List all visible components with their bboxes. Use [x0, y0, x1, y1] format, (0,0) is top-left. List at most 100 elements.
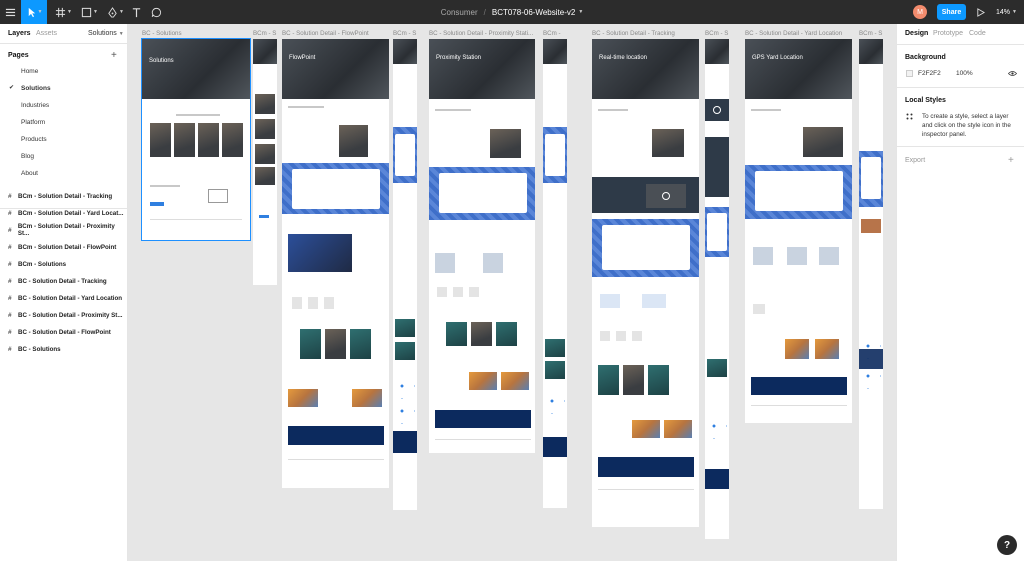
tab-design[interactable]: Design — [905, 30, 928, 37]
hero-image — [543, 39, 567, 64]
zoom-dropdown[interactable]: 14% ▼ — [996, 5, 1017, 19]
badge-image — [208, 189, 228, 203]
tab-prototype[interactable]: Prototype — [933, 30, 963, 37]
page-item-platform[interactable]: Platform — [21, 119, 45, 126]
frame-label[interactable]: BCm - S — [859, 30, 882, 37]
footer-divider — [435, 439, 531, 440]
frame-label[interactable]: BC - Solution Detail - Tracking — [592, 30, 675, 37]
page-item-home[interactable]: Home — [21, 68, 38, 75]
card-image — [325, 329, 346, 359]
frame-bc-proximity-station[interactable]: Proximity Station — [429, 39, 535, 453]
layer-item[interactable]: # BCm - Solutions — [8, 258, 126, 270]
device-image — [435, 253, 455, 273]
chevron-down-icon: ▼ — [37, 9, 43, 15]
file-name[interactable]: BCT078-06-Website-v2 — [492, 8, 575, 17]
shape-tool-button[interactable]: ▼ — [77, 0, 102, 24]
cta-banner — [751, 377, 847, 395]
project-name: Consumer — [440, 7, 478, 17]
layer-item[interactable]: # BCm - Solution Detail - FlowPoint — [8, 241, 126, 253]
move-tool-button[interactable]: ▼ — [21, 0, 47, 24]
page-item-blog[interactable]: Blog — [21, 153, 34, 160]
layer-item[interactable]: # BC - Solution Detail - FlowPoint — [8, 326, 126, 338]
tab-assets[interactable]: Assets — [36, 30, 57, 37]
avatar[interactable]: M — [913, 5, 927, 19]
help-button[interactable]: ? — [997, 535, 1017, 555]
page-item-products[interactable]: Products — [21, 136, 47, 143]
frame-bc-flowpoint[interactable]: FlowPoint — [282, 39, 389, 488]
product-image — [490, 129, 521, 158]
frame-tool-button[interactable]: ▼ — [51, 0, 76, 24]
promo-image — [352, 389, 382, 407]
frame-label[interactable]: BC - Solution Detail - Proximity Stati..… — [429, 30, 533, 37]
card-image — [648, 365, 669, 395]
eye-icon[interactable] — [1008, 70, 1017, 77]
add-export-plus-icon[interactable]: + — [1008, 155, 1014, 166]
play-icon[interactable] — [713, 106, 721, 114]
card-image — [496, 322, 517, 346]
background-color-swatch[interactable] — [906, 70, 913, 77]
hero-image — [745, 39, 852, 99]
layer-item[interactable]: # BCm - Solution Detail - Tracking — [8, 190, 126, 202]
add-page-plus-icon[interactable]: + — [111, 50, 117, 61]
frame-bc-yard-location[interactable]: GPS Yard Location — [745, 39, 852, 423]
tab-layers[interactable]: Layers — [8, 30, 31, 37]
pen-tool-button[interactable]: ▼ — [103, 0, 128, 24]
text-placeholder — [598, 109, 628, 111]
canvas[interactable]: BC - Solutions Solutions BCm - S BC - So… — [129, 24, 895, 561]
comment-tool-button[interactable] — [146, 0, 167, 24]
frame-label[interactable]: BCm - S — [253, 30, 276, 37]
local-styles-heading: Local Styles — [905, 97, 946, 104]
layer-item[interactable]: # BC - Solutions — [8, 343, 126, 355]
cta-banner — [859, 349, 883, 369]
hero-title: Real-time location — [599, 55, 648, 61]
thumb — [292, 297, 302, 309]
frame-label[interactable]: BCm - — [543, 30, 561, 37]
frame-label[interactable]: BCm - S — [393, 30, 416, 37]
card-image — [545, 361, 565, 379]
panel-divider — [897, 146, 1024, 147]
hero-image — [859, 39, 883, 64]
share-button[interactable]: Share — [937, 4, 966, 20]
frame-hash-icon — [55, 7, 66, 17]
page-item-solutions[interactable]: Solutions — [21, 85, 51, 92]
thumb — [308, 297, 318, 309]
background-opacity-input[interactable]: 100% — [956, 70, 973, 77]
play-icon[interactable] — [662, 192, 670, 200]
tab-code[interactable]: Code — [969, 30, 986, 37]
promo-image — [501, 372, 529, 390]
footer-divider — [751, 405, 847, 406]
promo-image — [785, 339, 809, 359]
frame-label[interactable]: BC - Solutions — [142, 30, 182, 37]
frame-bc-solutions[interactable]: Solutions — [141, 38, 251, 241]
chevron-down-icon[interactable]: ▼ — [578, 9, 583, 15]
page-item-about[interactable]: About — [21, 170, 38, 177]
frame-label[interactable]: BC - Solution Detail - FlowPoint — [282, 30, 369, 37]
frame-bcm-proximity[interactable] — [543, 39, 567, 508]
layer-item[interactable]: # BCm - Solution Detail - Proximity St... — [8, 223, 126, 237]
cta-banner — [543, 437, 567, 457]
main-menu-button[interactable] — [0, 0, 21, 24]
frame-label[interactable]: BC - Solution Detail - Yard Location — [745, 30, 842, 37]
hero-title: Solutions — [149, 58, 174, 64]
frame-bcm-yard-location[interactable] — [859, 39, 883, 509]
frame-label[interactable]: BCm - S — [705, 30, 728, 37]
layer-item[interactable]: # BC - Solution Detail - Tracking — [8, 275, 126, 287]
frame-hash-icon: # — [8, 192, 12, 200]
layer-item[interactable]: # BCm - Solution Detail - Yard Locat... — [8, 207, 126, 219]
pattern-image — [395, 379, 415, 399]
background-hex-input[interactable]: F2F2F2 — [918, 70, 941, 77]
frame-bcm-flowpoint[interactable] — [393, 39, 417, 510]
layer-name: BCm - Solution Detail - Tracking — [18, 192, 113, 200]
diagram-image — [600, 294, 620, 308]
layer-item[interactable]: # BC - Solution Detail - Yard Location — [8, 292, 126, 304]
frame-bc-tracking[interactable]: Real-time location — [592, 39, 699, 527]
layer-item[interactable]: # BC - Solution Detail - Proximity St... — [8, 309, 126, 321]
frame-bcm-tracking[interactable] — [705, 39, 729, 539]
frame-bcm-solutions[interactable] — [253, 39, 277, 285]
page-item-industries[interactable]: Industries — [21, 102, 49, 109]
text-tool-button[interactable] — [126, 0, 147, 24]
card-image — [255, 167, 275, 185]
present-button[interactable] — [974, 5, 986, 19]
text-placeholder — [435, 109, 471, 111]
current-page-dropdown[interactable]: Solutions ▼ — [88, 30, 124, 37]
